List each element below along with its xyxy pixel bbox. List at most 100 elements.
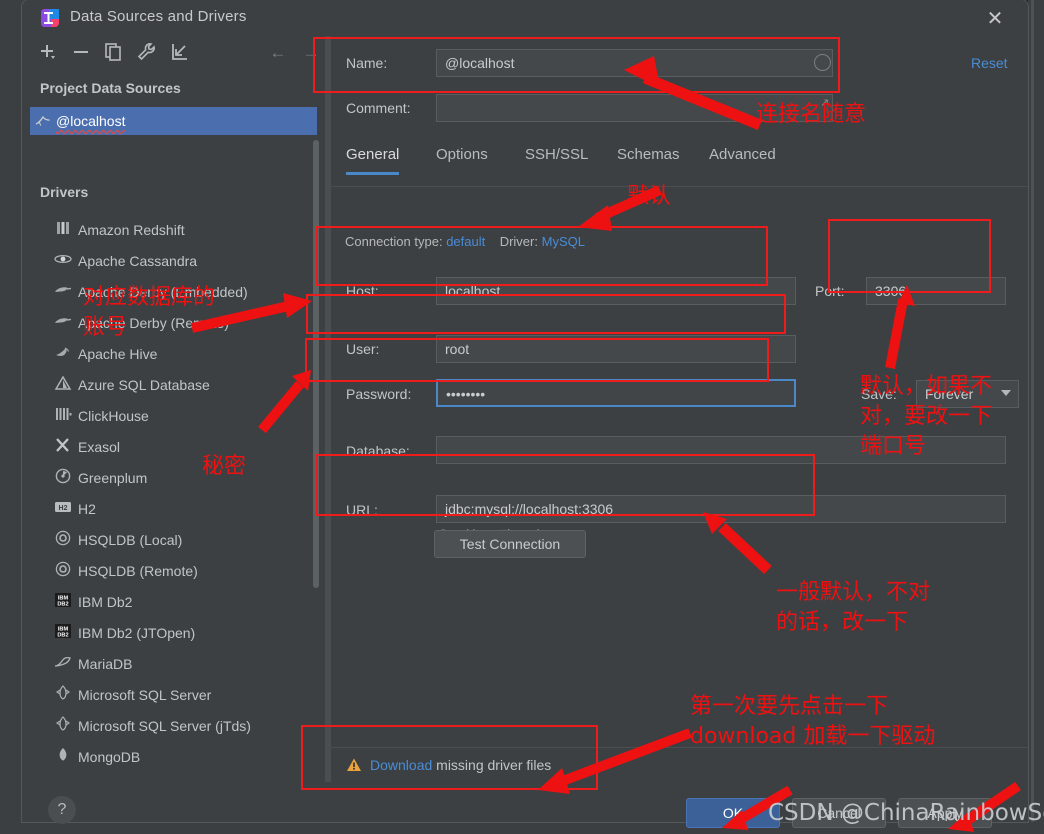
driver-label: Microsoft SQL Server — [78, 687, 211, 703]
list-item[interactable]: HSQLDB (Remote) — [22, 555, 325, 586]
driver-label: IBM Db2 (JTOpen) — [78, 625, 195, 641]
import-icon[interactable] — [168, 41, 192, 65]
greenplum-icon — [48, 468, 78, 487]
clickhouse-icon — [48, 407, 78, 424]
plus-icon[interactable] — [36, 41, 60, 65]
tab-general[interactable]: General — [346, 146, 399, 175]
annotation-box-user — [306, 294, 786, 334]
reset-button[interactable]: Reset — [971, 55, 1008, 71]
svg-text:DB2: DB2 — [57, 632, 68, 638]
mssql-icon — [48, 716, 78, 735]
drivers-header: Drivers — [40, 184, 88, 200]
close-icon[interactable]: ✕ — [982, 6, 1008, 32]
arrow-left-icon[interactable]: ← — [267, 42, 289, 64]
driver-label: Apache Cassandra — [78, 253, 197, 269]
redshift-icon — [48, 220, 78, 239]
list-item[interactable]: Amazon Redshift — [22, 214, 325, 245]
list-item[interactable]: ClickHouse — [22, 400, 325, 431]
wrench-icon[interactable] — [135, 41, 159, 65]
ibm-db2-icon: IBMDB2 — [48, 623, 78, 642]
annotation-box-name — [313, 37, 840, 93]
list-item[interactable]: Exasol — [22, 431, 325, 462]
password-label: Password: — [346, 386, 411, 402]
list-item[interactable]: Apache Cassandra — [22, 245, 325, 276]
list-item[interactable]: H2 H2 — [22, 493, 325, 524]
background-ide-scrollbar — [1031, 0, 1034, 834]
list-item[interactable]: Greenplum — [22, 462, 325, 493]
password-input[interactable]: •••••••• — [436, 379, 796, 407]
project-data-sources-header: Project Data Sources — [40, 80, 181, 96]
dialog-titlebar: Data Sources and Drivers ✕ — [22, 0, 1028, 36]
annotation-port-note: 默认，如果不 对，要改一下 端口号 — [860, 372, 992, 462]
tab-schemas[interactable]: Schemas — [617, 146, 680, 172]
driver-label: Greenplum — [78, 470, 147, 486]
list-item[interactable]: MariaDB — [22, 648, 325, 679]
svg-text:DB2: DB2 — [57, 601, 68, 607]
svg-text:H2: H2 — [59, 505, 68, 512]
question-mark-icon[interactable]: ? — [48, 796, 76, 824]
driver-label: Microsoft SQL Server (jTds) — [78, 718, 251, 734]
cassandra-eye-icon — [48, 252, 78, 269]
list-item[interactable]: HSQLDB (Local) — [22, 524, 325, 555]
annotation-download-note: 第一次要先点击一下 download 加载一下驱动 — [690, 692, 935, 752]
mysql-dolphin-icon — [30, 113, 56, 130]
sidebar-toolbar: ← → — [22, 36, 325, 70]
tab-advanced[interactable]: Advanced — [709, 146, 776, 172]
settings-tabs: General Options SSH/SSL Schemas Advanced — [331, 146, 1028, 186]
hsqldb-icon — [48, 561, 78, 580]
list-item[interactable]: MongoDB — [22, 741, 325, 772]
list-item[interactable]: IBMDB2 IBM Db2 — [22, 586, 325, 617]
driver-label: Amazon Redshift — [78, 222, 185, 238]
driver-label: Exasol — [78, 439, 120, 455]
tab-ssh-ssl[interactable]: SSH/SSL — [525, 146, 588, 172]
list-item[interactable]: Microsoft SQL Server (jTds) — [22, 710, 325, 741]
sidebar-item-label: @localhost — [56, 113, 125, 129]
annotation-box-download — [301, 725, 598, 790]
driver-label: HSQLDB (Remote) — [78, 563, 198, 579]
chevron-down-icon — [1001, 390, 1011, 396]
exasol-x-icon — [48, 438, 78, 455]
list-item[interactable]: Azure SQL Database — [22, 369, 325, 400]
annotation-secret-note: 秘密 — [202, 452, 246, 482]
driver-label: MariaDB — [78, 656, 132, 672]
minus-icon[interactable] — [69, 41, 93, 65]
dialog-title: Data Sources and Drivers — [70, 8, 247, 25]
annotation-url-note: 一般默认，不对 的话，改一下 — [776, 578, 930, 638]
derby-icon — [48, 283, 78, 300]
hsqldb-icon — [48, 530, 78, 549]
annotation-name-note: 连接名随意 — [756, 100, 866, 130]
ibm-db2-icon: IBMDB2 — [48, 592, 78, 611]
derby-icon — [48, 314, 78, 331]
tab-underline — [331, 186, 1028, 187]
driver-label: Apache Hive — [78, 346, 157, 362]
annotation-box-password — [305, 338, 769, 382]
driver-label: Azure SQL Database — [78, 377, 210, 393]
background-ide-strip — [0, 0, 24, 834]
azure-icon — [48, 376, 78, 393]
sidebar-panel: ← → Project Data Sources @localhost Driv… — [22, 36, 325, 782]
mssql-icon — [48, 685, 78, 704]
tab-options[interactable]: Options — [436, 146, 488, 172]
mariadb-seal-icon — [48, 655, 78, 672]
annotation-box-port — [828, 219, 991, 293]
driver-label: ClickHouse — [78, 408, 149, 424]
annotation-account-note: 对应数据库的 账号 — [83, 283, 215, 343]
intellij-idea-icon — [40, 8, 60, 28]
sidebar-item-localhost[interactable]: @localhost — [30, 107, 317, 135]
comment-label: Comment: — [346, 100, 411, 116]
copy-icon[interactable] — [102, 41, 126, 65]
list-item[interactable]: IBMDB2 IBM Db2 (JTOpen) — [22, 617, 325, 648]
test-connection-button[interactable]: Test Connection — [434, 530, 586, 558]
ok-button[interactable]: OK — [686, 798, 780, 828]
driver-label: HSQLDB (Local) — [78, 532, 182, 548]
annotation-box-host — [316, 226, 768, 286]
screenshot-root: Data Sources and Drivers ✕ — [0, 0, 1044, 834]
hive-bee-icon — [48, 345, 78, 362]
list-item[interactable]: Microsoft SQL Server — [22, 679, 325, 710]
driver-label: MongoDB — [78, 749, 140, 765]
mongodb-leaf-icon — [48, 747, 78, 766]
driver-label: H2 — [78, 501, 96, 517]
watermark: CSDN @ChinaRainbowSea — [768, 800, 1044, 826]
driver-label: IBM Db2 — [78, 594, 132, 610]
h2-icon: H2 — [48, 500, 78, 517]
